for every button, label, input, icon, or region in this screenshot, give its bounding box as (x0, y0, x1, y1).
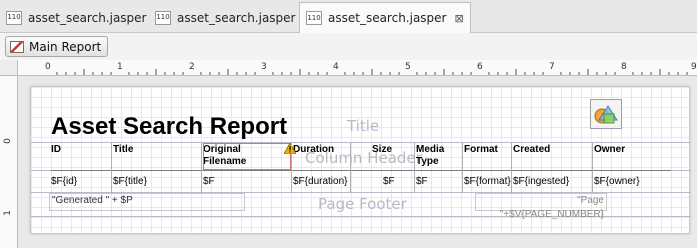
report-title[interactable]: Asset Search Report (51, 113, 287, 141)
editor-tab-bar: 110 asset_search.jasper 110 asset_search… (0, 0, 697, 33)
band-label-title: Title (347, 117, 380, 135)
footer-page-number-field[interactable]: "Page "+$V{PAGE_NUMBER} (475, 193, 607, 220)
field-size[interactable]: $F (383, 176, 395, 187)
ruler-corner (0, 60, 18, 76)
field-created[interactable]: $F{ingested} (513, 176, 569, 187)
column-header-size[interactable]: Size (372, 144, 392, 156)
column-divider (350, 143, 351, 193)
ruler-number: 1 (117, 62, 123, 72)
column-header-title[interactable]: Title (113, 144, 133, 156)
designer-toolbar: Main Report (0, 33, 697, 60)
tab-asset-search-3[interactable]: 110 asset_search.jasper ⊠ (299, 2, 471, 33)
main-report-button[interactable]: Main Report (5, 36, 109, 57)
field-media-type[interactable]: $F (416, 176, 428, 187)
main-report-label: Main Report (29, 39, 102, 54)
ruler-number: 8 (621, 62, 627, 72)
jasper-file-icon: 110 (6, 10, 22, 25)
ruler-number: 1 (2, 210, 13, 216)
column-header-owner[interactable]: Owner (594, 144, 625, 156)
report-icon (10, 40, 24, 53)
ruler-number: 7 (549, 62, 555, 72)
vertical-ruler: 0 1 (0, 76, 18, 248)
horizontal-ruler: 0 1 2 3 4 5 6 7 8 9 (18, 60, 697, 76)
column-header-duration[interactable]: Duration (293, 144, 334, 156)
report-designer: 110 asset_search.jasper 110 asset_search… (0, 0, 697, 248)
field-duration[interactable]: $F{duration} (293, 176, 348, 187)
ruler-number: 4 (333, 62, 339, 72)
ruler-number: 6 (477, 62, 483, 72)
ruler-number: 0 (2, 138, 13, 144)
band-label-page-footer: Page Footer (318, 195, 407, 213)
field-title[interactable]: $F{title} (113, 176, 147, 187)
column-divider (592, 143, 593, 193)
field-original-filename[interactable]: $F (203, 176, 215, 187)
ruler-number: 3 (261, 62, 267, 72)
ruler-number: 0 (45, 62, 51, 72)
column-header-format[interactable]: Format (464, 144, 498, 156)
tab-label: asset_search.jasper (28, 10, 147, 25)
column-divider (111, 143, 112, 193)
image-element-icon[interactable] (590, 99, 622, 129)
ruler-number: 9 (691, 62, 697, 72)
column-header-id[interactable]: ID (51, 144, 61, 156)
close-icon[interactable]: ⊠ (455, 12, 464, 25)
title-band[interactable]: Title Asset Search Report (31, 87, 691, 143)
jasper-file-icon: 110 (155, 10, 171, 25)
footer-generated-field[interactable]: "Generated " + $P (49, 193, 245, 211)
tab-asset-search-1[interactable]: 110 asset_search.jasper (6, 3, 147, 32)
design-canvas[interactable]: Title Asset Search Report Column Header … (18, 76, 697, 248)
selected-element-outline[interactable] (203, 143, 291, 170)
column-divider (511, 143, 512, 193)
tab-label: asset_search.jasper (328, 11, 447, 25)
jasper-file-icon: 110 (306, 11, 322, 25)
field-id[interactable]: $F{id} (51, 176, 77, 187)
column-divider (462, 143, 463, 193)
column-header-created[interactable]: Created (513, 144, 550, 156)
column-divider (414, 143, 415, 193)
column-divider (291, 143, 292, 193)
ruler-number: 5 (405, 62, 411, 72)
field-owner[interactable]: $F{owner} (594, 176, 640, 187)
column-header-media-type[interactable]: Media Type (416, 144, 456, 168)
field-format[interactable]: $F{format} (464, 176, 511, 187)
column-divider (201, 143, 202, 193)
tab-asset-search-2[interactable]: 110 asset_search.jasper (155, 3, 296, 32)
warning-icon[interactable] (284, 143, 296, 154)
ruler-number: 2 (189, 62, 195, 72)
report-page[interactable]: Title Asset Search Report Column Header … (30, 86, 691, 234)
tab-label: asset_search.jasper (177, 10, 296, 25)
